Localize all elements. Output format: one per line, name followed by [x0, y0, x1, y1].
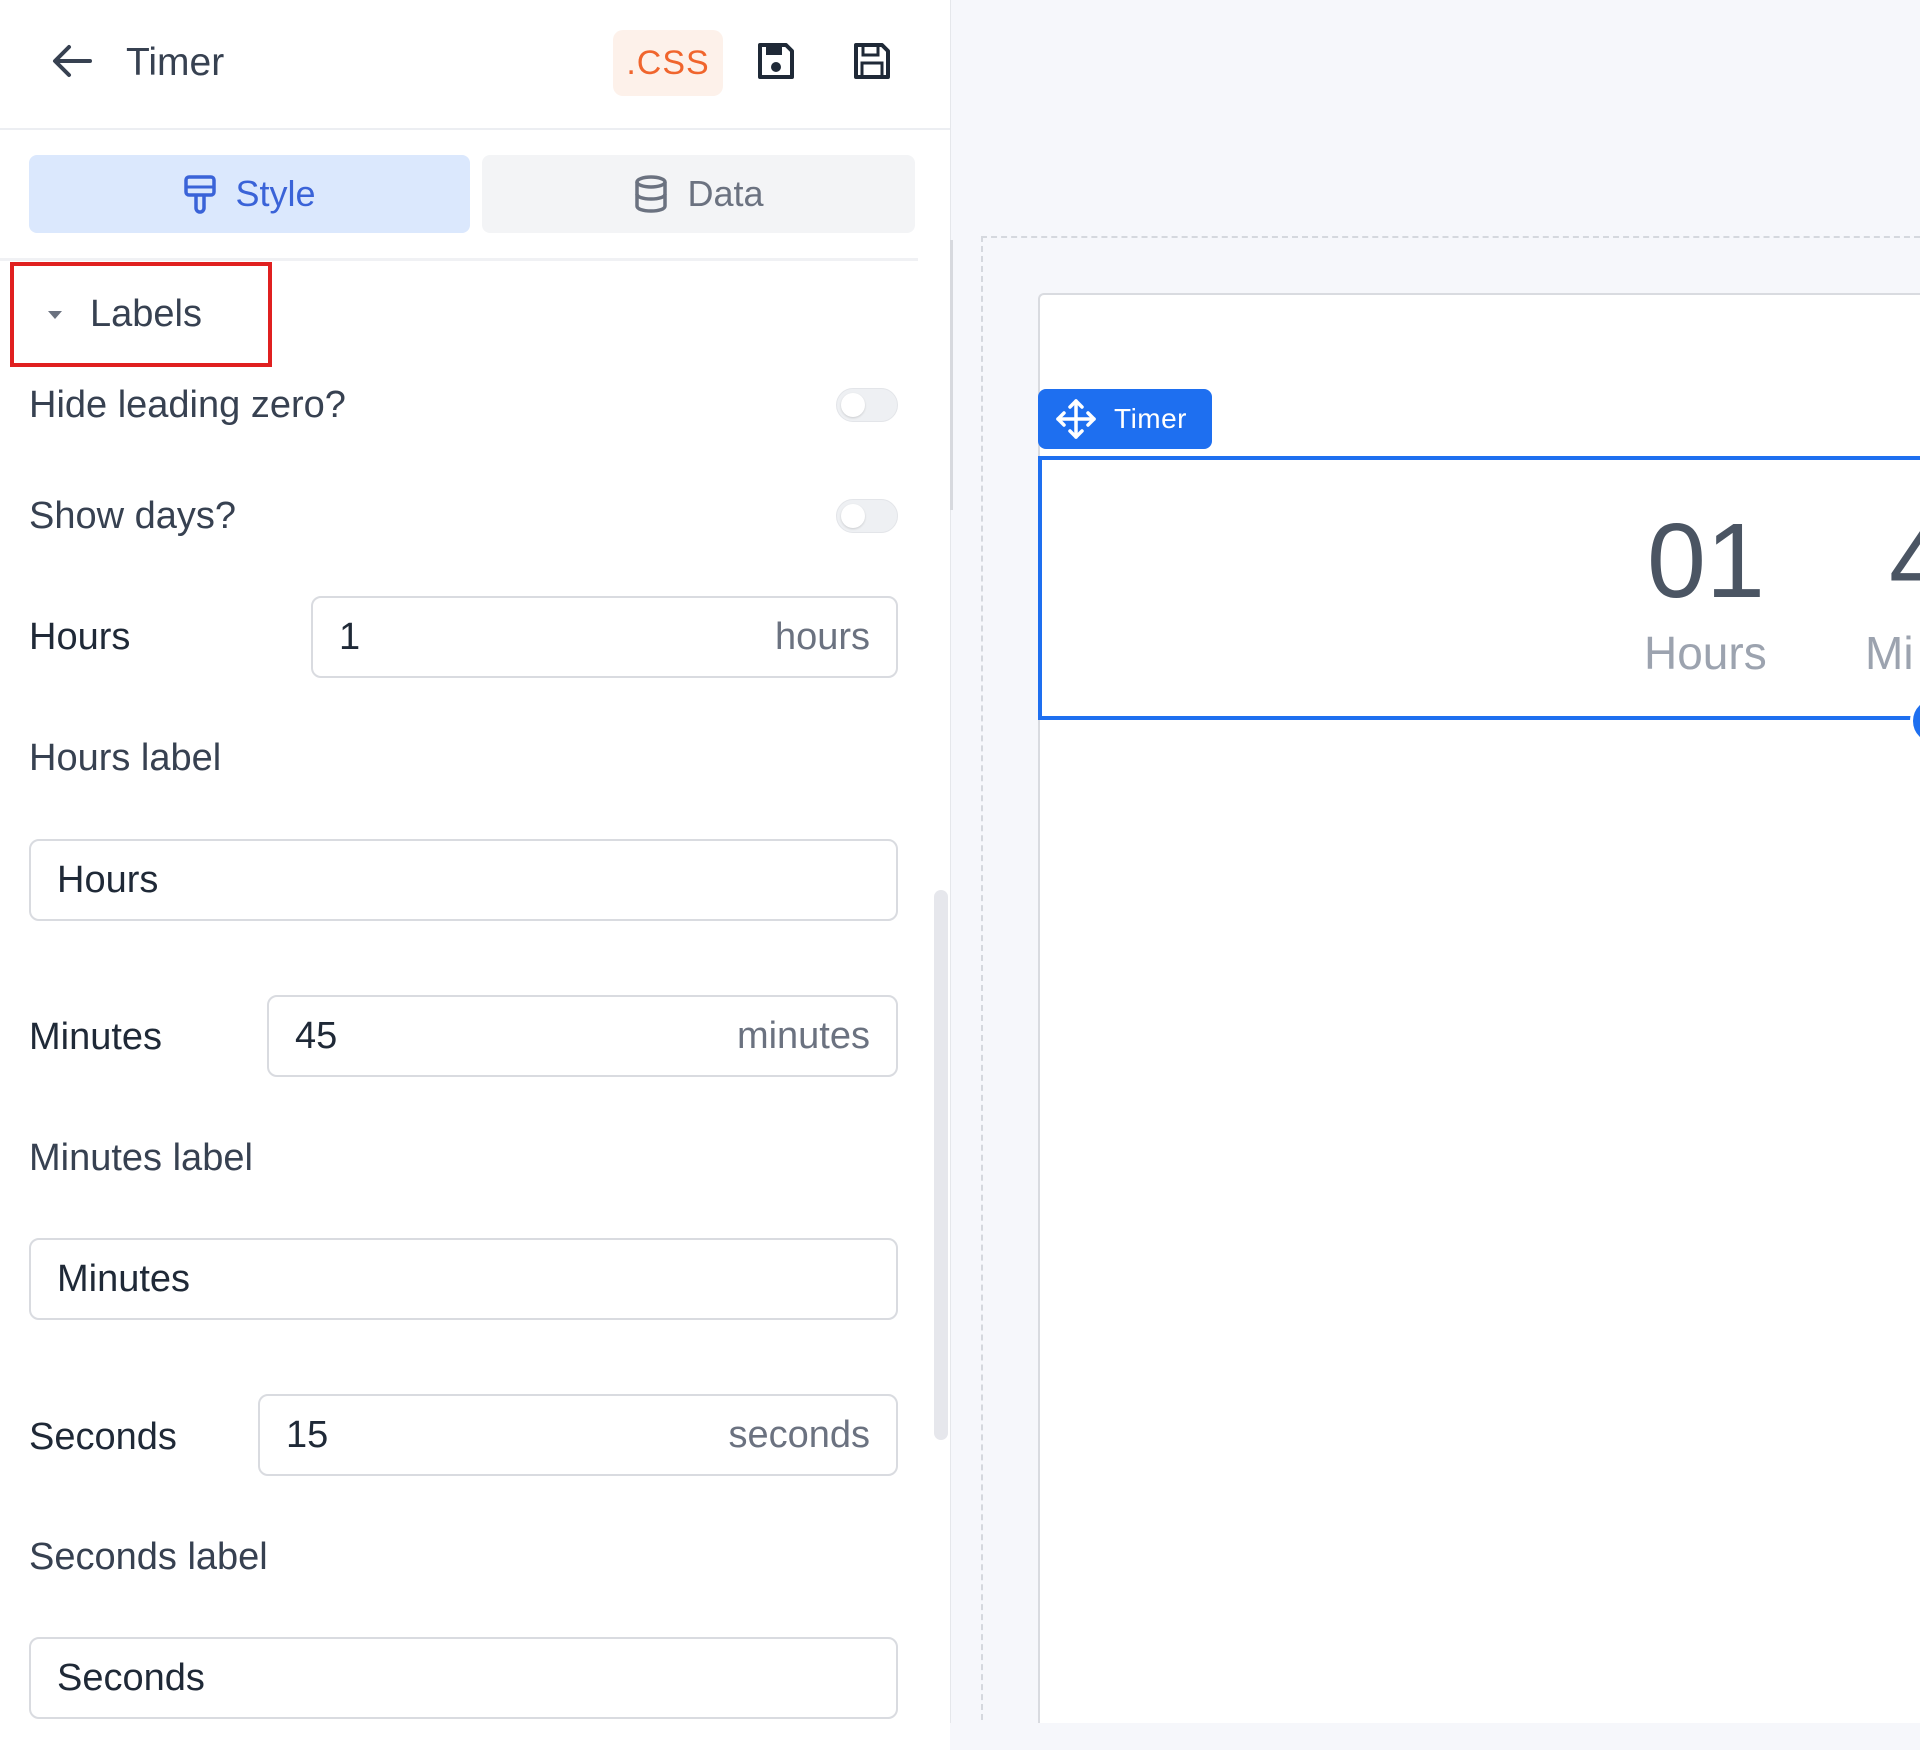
minutes-label-input[interactable]: Minutes: [29, 1238, 898, 1320]
timer-component[interactable]: 01 Hours 4 Mi: [1038, 456, 1920, 720]
minutes-value: 45: [295, 1014, 338, 1057]
hours-label: Hours: [29, 616, 131, 658]
minutes-label-field-label: Minutes label: [29, 1137, 253, 1179]
paint-brush-icon: [183, 174, 217, 214]
seconds-label: Seconds: [29, 1416, 177, 1458]
scrollbar-edge: [950, 240, 953, 510]
labels-section-toggle[interactable]: Labels: [10, 262, 272, 367]
minutes-label-value: Minutes: [57, 1257, 191, 1300]
save-icon: [756, 41, 796, 86]
show-days-toggle[interactable]: [836, 499, 898, 533]
timer-minutes-label: Mi: [1865, 627, 1914, 679]
css-button[interactable]: .CSS: [613, 30, 723, 96]
seconds-label-input[interactable]: Seconds: [29, 1637, 898, 1719]
panel-tabs: Style Data: [29, 155, 915, 233]
save-as-button[interactable]: [849, 40, 895, 86]
panel-scrollbar[interactable]: [934, 890, 948, 1440]
component-drag-handle[interactable]: Timer: [1038, 389, 1212, 449]
seconds-unit: seconds: [728, 1413, 870, 1456]
minutes-label: Minutes: [29, 1016, 163, 1058]
properties-panel: Timer .CSS Style Data Labels Hide leadin…: [0, 0, 951, 1750]
divider: [0, 258, 918, 261]
hide-leading-zero-toggle[interactable]: [836, 388, 898, 422]
back-button[interactable]: [44, 38, 100, 88]
section-title: Labels: [90, 293, 202, 335]
component-title: Timer: [126, 41, 225, 84]
arrow-left-icon: [52, 44, 92, 83]
save-button[interactable]: [753, 40, 799, 86]
save-icon: [852, 41, 892, 86]
tab-style-label: Style: [235, 173, 316, 214]
component-tag-label: Timer: [1114, 403, 1188, 434]
hide-leading-zero-label: Hide leading zero?: [29, 384, 346, 426]
timer-minutes-value: 4: [1889, 508, 1920, 614]
move-icon: [1056, 399, 1096, 439]
seconds-input[interactable]: 15 seconds: [258, 1394, 898, 1476]
minutes-unit: minutes: [736, 1014, 870, 1057]
tab-data[interactable]: Data: [482, 155, 915, 233]
show-days-label: Show days?: [29, 495, 237, 537]
hours-label-value: Hours: [57, 858, 159, 901]
hours-input[interactable]: 1 hours: [311, 596, 898, 678]
toggle-knob: [841, 393, 865, 417]
toggle-knob: [841, 504, 865, 528]
tab-data-label: Data: [687, 173, 764, 214]
timer-hours-value: 01: [1647, 502, 1765, 620]
database-icon: [633, 174, 669, 214]
caret-down-icon: [46, 309, 64, 321]
seconds-label-field-label: Seconds label: [29, 1536, 268, 1578]
hours-label-input[interactable]: Hours: [29, 839, 898, 921]
panel-header: Timer .CSS: [0, 0, 950, 130]
hours-label-field-label: Hours label: [29, 737, 222, 779]
hours-value: 1: [339, 615, 361, 658]
seconds-label-value: Seconds: [57, 1656, 205, 1699]
hours-unit: hours: [774, 615, 870, 658]
canvas-bottom-edge: [950, 1723, 1920, 1750]
timer-hours-label: Hours: [1644, 627, 1767, 679]
seconds-value: 15: [286, 1413, 329, 1456]
minutes-input[interactable]: 45 minutes: [267, 995, 898, 1077]
tab-style[interactable]: Style: [29, 155, 470, 233]
